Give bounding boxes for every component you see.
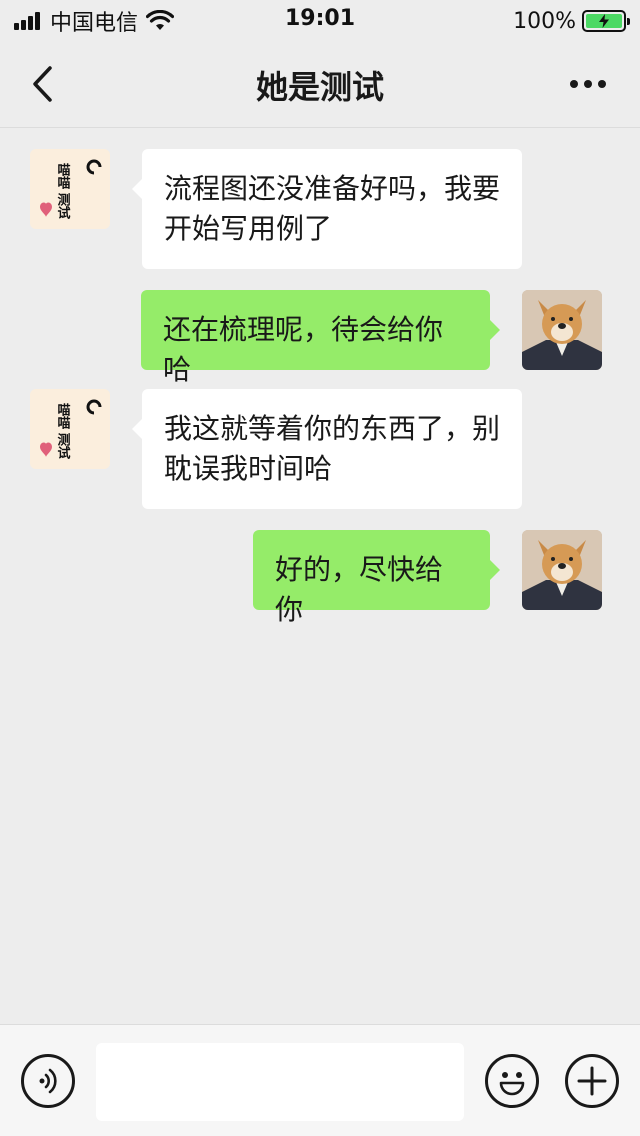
chat-title: 她是测试 <box>255 68 384 106</box>
message-row: 喵喵 测试 我这就等着你的东西了，别耽误我时间哈 <box>0 389 640 514</box>
input-bar <box>0 1024 640 1136</box>
plus-icon <box>577 1066 607 1096</box>
contact-avatar[interactable]: 喵喵 测试 <box>30 149 110 229</box>
my-avatar[interactable] <box>522 290 602 370</box>
meow-avatar-art: 喵喵 测试 <box>40 159 102 220</box>
chevron-left-icon <box>33 66 52 102</box>
battery-percent: 100% <box>513 8 576 34</box>
meow-avatar-art: 喵喵 测试 <box>40 399 102 460</box>
voice-icon <box>39 1068 57 1094</box>
dog-avatar-art <box>522 290 602 370</box>
message-row: 喵喵 测试 流程图还没准备好吗，我要开始写用例了 <box>0 129 640 274</box>
message-input[interactable] <box>96 1043 464 1121</box>
battery-icon <box>582 10 630 32</box>
message-row: 好的，尽快给你 <box>0 530 640 626</box>
emoji-button[interactable] <box>485 1054 539 1108</box>
my-avatar[interactable] <box>522 530 602 610</box>
ellipsis-icon <box>567 80 609 88</box>
svg-text:喵喵: 喵喵 <box>55 403 71 430</box>
svg-text:测试: 测试 <box>55 192 71 220</box>
message-bubble-incoming[interactable]: 流程图还没准备好吗，我要开始写用例了 <box>132 149 522 269</box>
plus-button[interactable] <box>565 1054 619 1108</box>
charging-bolt-icon <box>599 14 609 28</box>
message-row: 还在梳理呢，待会给你哈 <box>0 290 640 386</box>
dog-avatar-art <box>522 530 602 610</box>
contact-avatar[interactable]: 喵喵 测试 <box>30 389 110 469</box>
message-bubble-outgoing[interactable]: 还在梳理呢，待会给你哈 <box>141 290 500 386</box>
message-bubble-outgoing[interactable]: 好的，尽快给你 <box>253 530 500 626</box>
voice-button[interactable] <box>21 1054 75 1108</box>
svg-text:喵喵: 喵喵 <box>55 163 71 190</box>
more-button[interactable] <box>564 62 612 106</box>
back-button[interactable] <box>20 60 64 108</box>
message-bubble-incoming[interactable]: 我这就等着你的东西了，别耽误我时间哈 <box>132 389 522 509</box>
nav-bar: 她是测试 <box>0 40 640 128</box>
status-right: 100% <box>513 6 630 36</box>
emoji-icon <box>499 1072 525 1096</box>
chat-area[interactable]: 喵喵 测试 流程图还没准备好吗，我要开始写用例了 还在梳理呢，待会给你哈 喵喵 … <box>0 129 640 1024</box>
svg-text:测试: 测试 <box>55 432 71 460</box>
status-bar: 中国电信 19:01 100% <box>0 0 640 40</box>
